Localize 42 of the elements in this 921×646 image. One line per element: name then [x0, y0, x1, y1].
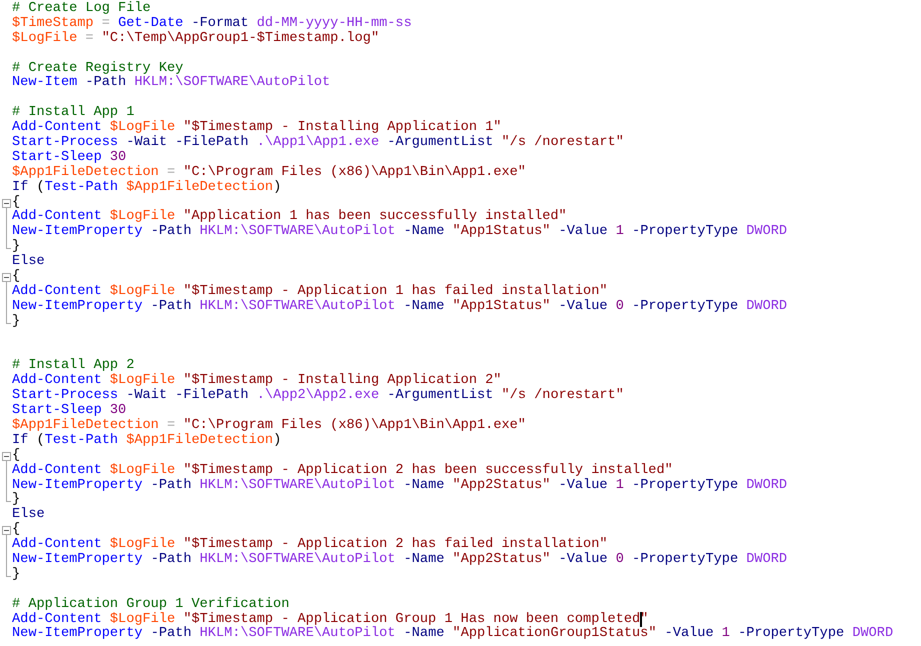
code-line: New-ItemProperty -Path HKLM:\SOFTWARE\AutoPilot -Name "ApplicationGroup1Status" -Value 1 -PropertyType DWORD: [12, 627, 894, 642]
code-line: }: [12, 493, 20, 508]
code-line: $LogFile = "C:\Temp\AppGroup1-$Timestamp.log": [12, 32, 380, 47]
code-comment: # Install App 1: [12, 106, 134, 120]
code-line: Add-Content $LogFile "$Timestamp - Application 2 has been successfully installed": [12, 464, 673, 478]
code-line: $App1FileDetection = "C:\Program Files (x86)\App1\Bin\App1.exe": [12, 166, 526, 180]
code-line: New-ItemProperty -Path HKLM:\SOFTWARE\AutoPilot -Name "App1Status" -Value 1 -PropertyType DWORD: [12, 225, 788, 240]
code-line: Start-Process -Wait -FilePath .\App2\App2.exe -ArgumentList "/s /norestart": [12, 389, 624, 404]
code-line: {: [12, 523, 20, 538]
code-line: }: [12, 568, 20, 583]
code-line: If (Test-Path $App1FileDetection): [12, 180, 282, 195]
code-line: If (Test-Path $App1FileDetection): [12, 434, 282, 448]
code-line: }: [12, 240, 20, 254]
code-line: {: [12, 448, 20, 463]
code-line: New-ItemProperty -Path HKLM:\SOFTWARE\AutoPilot -Name "App2Status" -Value 1 -PropertyType DWORD: [12, 478, 788, 492]
code-line: $App1FileDetection = "C:\Program Files (x86)\App1\Bin\App1.exe": [12, 418, 526, 433]
code-line: New-ItemProperty -Path HKLM:\SOFTWARE\AutoPilot -Name "App2Status" -Value 0 -PropertyType DWORD: [12, 552, 788, 567]
code-line: Add-Content $LogFile "$Timestamp - Application 2 has failed installation": [12, 538, 608, 552]
collapse-icon[interactable]: [2, 452, 11, 461]
code-line: }: [12, 314, 20, 330]
code-line: {: [12, 196, 20, 210]
code-comment: # Install App 2: [12, 359, 134, 374]
code-line: Else: [12, 255, 45, 270]
code-line: Add-Content $LogFile "$Timestamp - Application 1 has failed installation": [12, 284, 608, 299]
code-line: Add-Content $LogFile "$Timestamp - Application Group 1 Has now been completed": [12, 612, 648, 627]
code-line: Add-Content $LogFile "$Timestamp - Installing Application 1": [12, 121, 502, 136]
collapse-icon[interactable]: [2, 273, 11, 282]
code-line: Start-Sleep 30: [12, 150, 126, 165]
code-line: $TimeStamp = Get-Date -Format dd-MM-yyyy-HH-mm-ss: [12, 16, 412, 31]
code-line: Start-Process -Wait -FilePath .\App1\App1.exe -ArgumentList "/s /norestart": [12, 136, 624, 150]
code-comment: # Create Registry Key: [12, 62, 184, 76]
code-comment: # Application Group 1 Verification: [12, 598, 290, 612]
collapse-icon[interactable]: [2, 198, 11, 208]
code-line: Else: [12, 508, 45, 522]
code-line: {: [12, 270, 20, 284]
code-line: Add-Content $LogFile "Application 1 has been successfully installed": [12, 210, 567, 224]
code-line: Start-Sleep 30: [12, 404, 126, 418]
code-line: New-ItemProperty -Path HKLM:\SOFTWARE\AutoPilot -Name "App1Status" -Value 0 -PropertyType DWORD: [12, 300, 788, 314]
code-comment: # Create Log File: [12, 2, 151, 16]
code-line: New-Item -Path HKLM:\SOFTWARE\AutoPilot: [12, 76, 330, 92]
collapse-icon[interactable]: [2, 526, 11, 536]
code-line: Add-Content $LogFile "$Timestamp - Installing Application 2": [12, 374, 502, 388]
